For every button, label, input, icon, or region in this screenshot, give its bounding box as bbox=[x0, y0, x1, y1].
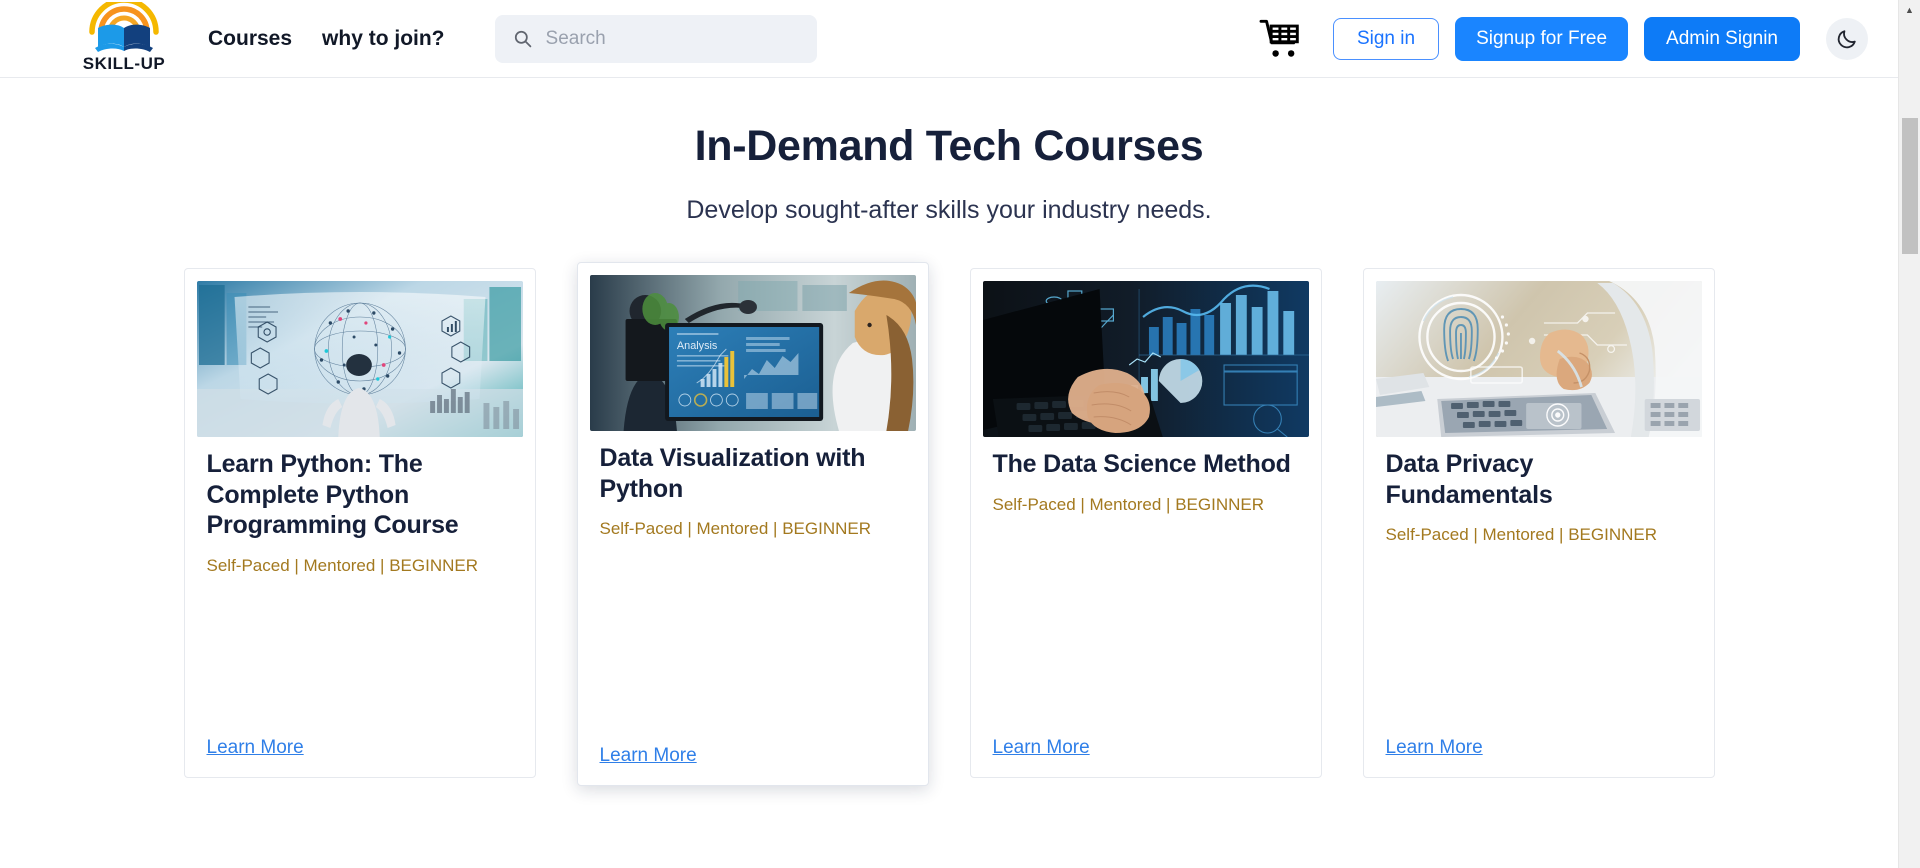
course-title: Data Privacy Fundamentals bbox=[1385, 450, 1553, 509]
cart-button[interactable] bbox=[1257, 17, 1305, 61]
course-card-body: The Data Science Method Self-Paced | Men… bbox=[983, 437, 1309, 777]
scroll-up-arrow-icon[interactable]: ▲ bbox=[1899, 0, 1920, 20]
learn-more-link[interactable]: Learn More bbox=[1386, 737, 1483, 759]
learn-more-link[interactable]: Learn More bbox=[993, 737, 1090, 759]
search-box[interactable] bbox=[494, 14, 817, 63]
nav-item-courses[interactable]: Courses bbox=[208, 27, 292, 51]
course-card-body: Data Privacy Fundamentals Self-Paced | M… bbox=[1376, 437, 1702, 777]
course-image-datascience bbox=[982, 281, 1309, 437]
course-image-python bbox=[196, 281, 523, 437]
man-viewing-data-network-sphere-image bbox=[196, 281, 523, 437]
course-title: Learn Python: The Complete Python Progra… bbox=[206, 450, 459, 539]
course-title: The Data Science Method bbox=[992, 450, 1291, 478]
hands-on-laptop-with-blue-charts-image bbox=[982, 281, 1309, 437]
course-meta: Self-Paced | Mentored | BEGINNER bbox=[1385, 525, 1658, 544]
scrollbar-thumb[interactable] bbox=[1902, 118, 1918, 254]
course-meta: Self-Paced | Mentored | BEGINNER bbox=[599, 519, 872, 538]
course-meta: Self-Paced | Mentored | BEGINNER bbox=[206, 555, 479, 575]
course-meta: Self-Paced | Mentored | BEGINNER bbox=[992, 494, 1265, 514]
course-card[interactable]: Learn Python: The Complete Python Progra… bbox=[183, 268, 536, 778]
course-card-body: Learn Python: The Complete Python Progra… bbox=[197, 437, 523, 777]
fingerprint-biometric-security-laptop-image bbox=[1375, 281, 1702, 437]
search-input[interactable] bbox=[545, 27, 799, 50]
course-title: Data Visualization with Python bbox=[599, 444, 866, 503]
shopping-cart-icon bbox=[1259, 19, 1299, 57]
course-image-dataviz: Analysis bbox=[589, 275, 916, 431]
course-card[interactable]: The Data Science Method Self-Paced | Men… bbox=[969, 268, 1322, 778]
search-icon bbox=[514, 30, 531, 48]
header-actions: Sign in Signup for Free Admin Signin bbox=[1257, 16, 1868, 61]
course-card-body: Data Visualization with Python Self-Pace… bbox=[590, 431, 916, 785]
main-nav: Courses why to join? bbox=[208, 27, 445, 51]
signup-free-button[interactable]: Signup for Free bbox=[1455, 16, 1629, 61]
page-scrollbar[interactable]: ▲ bbox=[1898, 0, 1920, 868]
logo-text: SKILL-UP bbox=[82, 53, 166, 73]
theme-toggle-button[interactable] bbox=[1826, 17, 1868, 60]
learn-more-link[interactable]: Learn More bbox=[600, 745, 697, 767]
course-card-grid: Learn Python: The Complete Python Progra… bbox=[0, 262, 1898, 786]
page-content: In-Demand Tech Courses Develop sought-af… bbox=[0, 78, 1898, 868]
course-image-privacy bbox=[1375, 281, 1702, 437]
page-title: In-Demand Tech Courses bbox=[694, 122, 1204, 170]
site-logo[interactable]: SKILL-UP bbox=[78, 1, 170, 73]
learn-more-link[interactable]: Learn More bbox=[207, 737, 304, 759]
svg-text:Analysis: Analysis bbox=[676, 340, 717, 352]
admin-signin-button[interactable]: Admin Signin bbox=[1644, 16, 1800, 61]
nav-item-why-to-join[interactable]: why to join? bbox=[322, 27, 444, 51]
page-subtitle: Develop sought-after skills your industr… bbox=[686, 196, 1212, 224]
course-card[interactable]: Data Privacy Fundamentals Self-Paced | M… bbox=[1362, 268, 1715, 778]
woman-at-monitor-analysis-dashboard-image: Analysis bbox=[589, 275, 916, 431]
site-header: SKILL-UP Courses why to join? Sign in Si… bbox=[0, 0, 1898, 78]
open-book-rainbow-logo-icon bbox=[89, 1, 159, 52]
course-card[interactable]: Analysis Data Visualization with Python … bbox=[576, 262, 929, 786]
sign-in-button[interactable]: Sign in bbox=[1332, 17, 1440, 60]
moon-icon bbox=[1837, 29, 1856, 48]
